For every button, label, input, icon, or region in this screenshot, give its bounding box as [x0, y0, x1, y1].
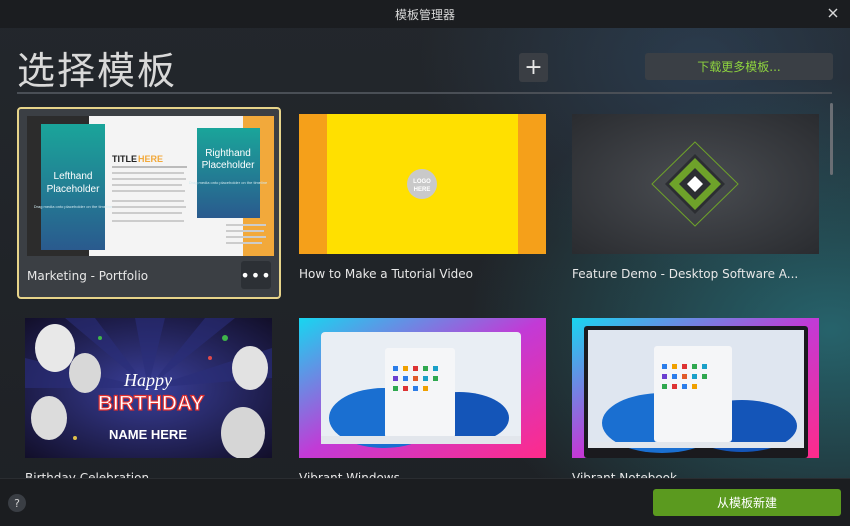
template-label: Marketing - Portfolio	[27, 269, 149, 283]
add-template-button[interactable]: +	[519, 53, 548, 82]
name-here-text: NAME HERE	[109, 427, 187, 442]
template-card-tutorial-video[interactable]: LOGO HERE How to Make a Tutorial Video	[291, 107, 555, 299]
righthand-small: Drag media onto placeholder on the timel…	[189, 180, 268, 185]
template-card-feature-demo[interactable]: Feature Demo - Desktop Software A...	[564, 107, 828, 299]
lefthand-text-2: Placeholder	[47, 184, 100, 195]
template-thumbnail	[299, 318, 546, 458]
marketing-portfolio-preview: Lefthand Placeholder Drag media onto pla…	[27, 116, 274, 256]
feature-demo-preview	[572, 114, 819, 254]
scrollbar-thumb[interactable]	[830, 103, 833, 175]
help-button[interactable]: ?	[8, 494, 26, 512]
template-thumbnail	[572, 114, 819, 254]
lefthand-small: Drag media onto placeholder on the timel…	[34, 204, 113, 209]
more-options-button[interactable]: •••	[240, 261, 271, 289]
righthand-text-2: Placeholder	[202, 160, 255, 171]
birthday-preview: Happy BIRTHDAY NAME HERE	[25, 318, 272, 458]
template-card-marketing-portfolio[interactable]: Lefthand Placeholder Drag media onto pla…	[17, 107, 281, 299]
page-title: 选择模板	[17, 49, 178, 93]
create-from-template-button[interactable]: 从模板新建	[653, 489, 841, 516]
template-label: How to Make a Tutorial Video	[299, 267, 473, 281]
logo-text-1: LOGO	[413, 179, 431, 185]
template-label: Feature Demo - Desktop Software A...	[572, 267, 799, 281]
template-card-vibrant-windows[interactable]: Vibrant Windows	[291, 311, 555, 503]
template-thumbnail: Lefthand Placeholder Drag media onto pla…	[27, 116, 274, 256]
happy-text: Happy	[123, 370, 172, 390]
template-card-birthday[interactable]: Happy BIRTHDAY NAME HERE Birthday Celebr…	[17, 311, 281, 503]
title-accent: HERE	[138, 154, 163, 164]
lefthand-text-1: Lefthand	[54, 171, 93, 182]
righthand-text-1: Righthand	[205, 148, 251, 159]
title-bar: 模板管理器	[0, 0, 850, 28]
close-icon[interactable]	[826, 6, 840, 20]
tutorial-video-preview: LOGO HERE	[299, 114, 546, 254]
template-thumbnail	[572, 318, 819, 458]
download-more-templates-button[interactable]: 下载更多模板...	[645, 53, 833, 80]
logo-text-2: HERE	[414, 187, 431, 193]
vibrant-windows-preview	[299, 318, 546, 458]
title-prefix: TITLE	[112, 154, 137, 164]
vibrant-notebook-preview	[572, 318, 819, 458]
template-thumbnail: LOGO HERE	[299, 114, 546, 254]
birthday-text: BIRTHDAY	[98, 392, 205, 415]
template-thumbnail: Happy BIRTHDAY NAME HERE	[25, 318, 272, 458]
divider	[17, 92, 832, 94]
window-title: 模板管理器	[394, 7, 455, 22]
template-card-vibrant-notebook[interactable]: Vibrant Notebook	[564, 311, 828, 503]
